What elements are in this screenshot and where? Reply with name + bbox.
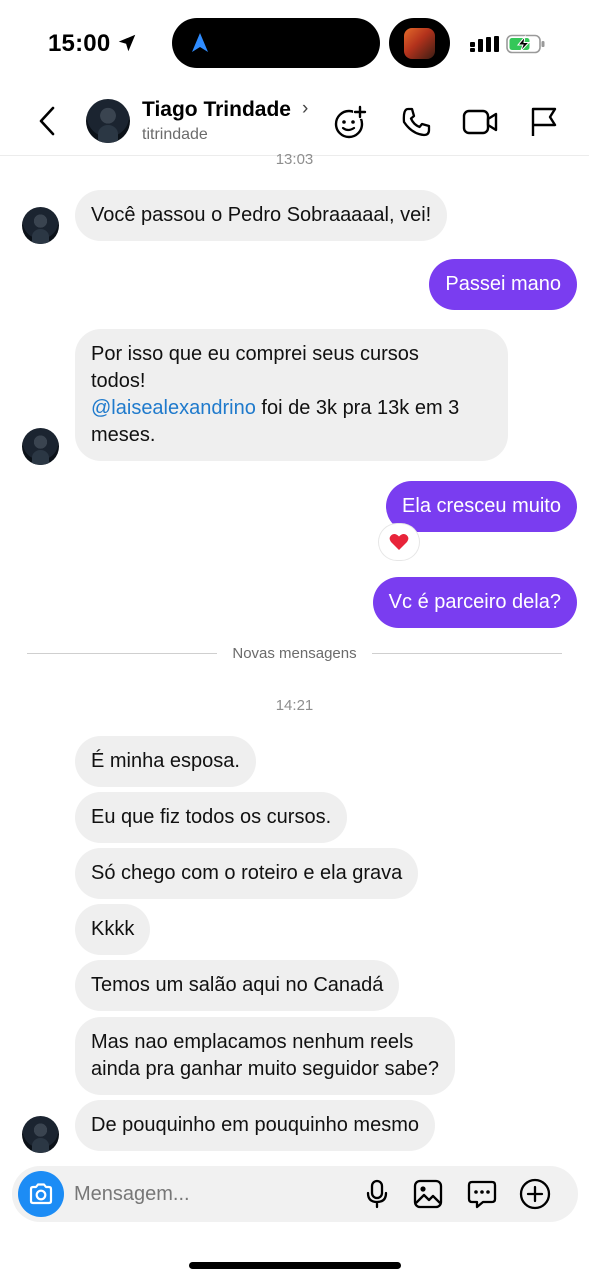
message-incoming[interactable]: É minha esposa.: [75, 736, 256, 787]
message-text: meses.: [91, 424, 156, 446]
message-incoming[interactable]: Kkkk: [75, 904, 151, 955]
divider-line: [372, 653, 562, 654]
voice-message-button[interactable]: [361, 1178, 393, 1210]
sender-avatar[interactable]: [22, 1116, 59, 1153]
message-outgoing[interactable]: Ela cresceu muito: [386, 481, 577, 532]
message-incoming[interactable]: Você passou o Pedro Sobraaaaal, vei!: [75, 190, 448, 241]
message-thread: 13:03 Você passou o Pedro Sobraaaaal, ve…: [0, 0, 589, 1280]
camera-icon: [29, 1183, 53, 1205]
sender-avatar[interactable]: [22, 207, 59, 244]
heart-reaction[interactable]: [379, 524, 419, 560]
gallery-icon: [413, 1179, 443, 1209]
timestamp: 14:21: [275, 697, 314, 714]
more-button[interactable]: [519, 1178, 551, 1210]
heart-icon: [389, 534, 409, 550]
divider-line: [27, 653, 217, 654]
new-messages-label: Novas mensagens: [232, 645, 357, 662]
home-indicator[interactable]: [189, 1262, 401, 1269]
message-incoming[interactable]: De pouquinho em pouquinho mesmo: [75, 1100, 435, 1151]
message-incoming[interactable]: Só chego com o roteiro e ela grava: [75, 848, 419, 899]
camera-button[interactable]: [18, 1171, 64, 1217]
sticker-button[interactable]: [466, 1178, 498, 1210]
message-input[interactable]: [74, 1178, 354, 1210]
message-text: Por isso que eu comprei seus cursos: [91, 343, 419, 365]
sticker-icon: [467, 1180, 497, 1209]
timestamp: 13:03: [275, 151, 314, 168]
microphone-icon: [366, 1179, 388, 1209]
message-incoming[interactable]: Eu que fiz todos os cursos.: [75, 792, 348, 843]
message-outgoing[interactable]: Passei mano: [429, 259, 577, 310]
message-incoming[interactable]: Temos um salão aqui no Canadá: [75, 960, 400, 1011]
gallery-button[interactable]: [412, 1178, 444, 1210]
message-incoming[interactable]: Por isso que eu comprei seus cursos todos…: [75, 329, 508, 461]
sender-avatar[interactable]: [22, 428, 59, 465]
message-text: todos!: [91, 370, 146, 392]
message-composer: [12, 1166, 578, 1222]
message-incoming[interactable]: Mas nao emplacamos nenhum reels ainda pr…: [75, 1017, 456, 1095]
plus-icon: [519, 1178, 551, 1210]
message-text: foi de 3k pra 13k em 3: [255, 397, 460, 419]
message-outgoing[interactable]: Vc é parceiro dela?: [372, 577, 577, 628]
user-mention-link[interactable]: @laisealexandrino: [91, 397, 256, 419]
